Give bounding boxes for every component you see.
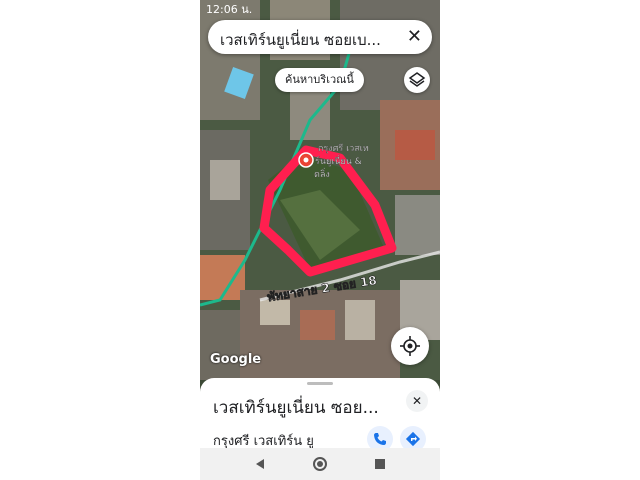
google-attribution: Google [210,352,262,367]
status-time: 12:06 น. [206,3,253,16]
back-icon[interactable] [252,456,268,472]
poi-label-line-1: กรุงศรี เวสเท [318,143,369,154]
close-icon[interactable]: ✕ [407,26,422,47]
sheet-drag-handle[interactable] [307,382,333,385]
layers-button[interactable] [404,67,430,93]
place-sheet[interactable]: เวสเทิร์นยูเนี่ยน ซอย... ✕ กรุงศรี เวสเท… [200,378,440,452]
search-bar[interactable]: เวสเทิร์นยูเนี่ยน ซอยเบ... ✕ [208,20,432,54]
phone-screen: กรุงศรี เวสเท ร์นยูเนี่ยน & ตลิ่ง พัทยาส… [200,0,440,480]
place-title: เวสเทิร์นยูเนี่ยน ซอย... [213,398,379,418]
satellite-map[interactable]: กรุงศรี เวสเท ร์นยูเนี่ยน & ตลิ่ง พัทยาส… [200,0,440,380]
my-location-button[interactable] [391,327,429,365]
search-this-area-button[interactable]: ค้นหาบริเวณนี้ [275,68,364,92]
status-bar: 12:06 น. [200,0,440,16]
close-icon[interactable]: ✕ [406,390,428,412]
my-location-icon [400,336,420,356]
map-pin-icon [298,152,314,168]
layers-icon [408,72,426,87]
system-nav-bar [200,448,440,480]
home-icon[interactable] [312,456,328,472]
recents-icon[interactable] [372,456,388,472]
search-query[interactable]: เวสเทิร์นยูเนี่ยน ซอยเบ... [220,28,400,52]
